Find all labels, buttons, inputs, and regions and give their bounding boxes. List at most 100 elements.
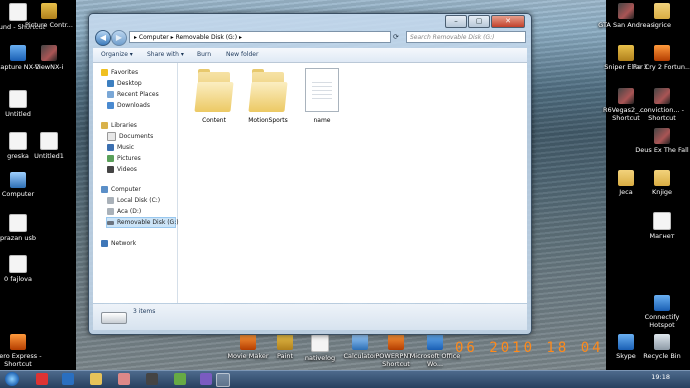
search-input[interactable]: Search Removable Disk (G:) bbox=[406, 31, 526, 43]
forward-button[interactable]: ▶ bbox=[111, 30, 127, 46]
explorer-window-taskbar-button[interactable] bbox=[216, 373, 230, 387]
desktop-icon-conviction[interactable]: conviction... - Shortcut bbox=[632, 88, 690, 122]
navigation-bar: ◀ ▶ ▸ Computer ▸ Removable Disk (G:) ▸ ⟳… bbox=[93, 30, 527, 46]
taskbar: 19:18 bbox=[0, 370, 690, 388]
nav-network[interactable]: Network bbox=[101, 239, 136, 248]
file-view[interactable]: Content MotionSports name bbox=[178, 63, 527, 303]
desktop-icon-label: Connectify Hotspot bbox=[644, 313, 680, 329]
close-button[interactable]: ✕ bbox=[491, 15, 525, 28]
media-player-icon[interactable] bbox=[118, 373, 130, 385]
folder-icon bbox=[654, 3, 670, 19]
folder-icon bbox=[654, 170, 670, 186]
desktop-icon-untitled[interactable]: Untitled bbox=[0, 90, 48, 118]
videos-icon bbox=[107, 166, 114, 173]
desktop-icon-label: conviction... - Shortcut bbox=[640, 106, 684, 122]
word-icon bbox=[427, 334, 443, 350]
organize-button[interactable]: Organize ▾ bbox=[101, 48, 133, 62]
minimize-button[interactable]: – bbox=[445, 15, 467, 28]
nav-computer[interactable]: Computer bbox=[101, 185, 141, 194]
desktop-icon bbox=[107, 80, 114, 87]
desktop-icon-knjige[interactable]: Knjige bbox=[632, 170, 690, 196]
music-icon bbox=[107, 144, 114, 151]
address-bar[interactable]: ▸ Computer ▸ Removable Disk (G:) ▸ bbox=[129, 31, 391, 43]
opera-icon[interactable] bbox=[36, 373, 48, 385]
desktop-icon-untitled1[interactable]: Untitled1 bbox=[19, 132, 79, 160]
document-icon bbox=[9, 214, 27, 232]
file-name: Content bbox=[202, 117, 226, 124]
camera-timestamp: 06 2010 18 04 bbox=[455, 340, 604, 356]
share-with-button[interactable]: Share with ▾ bbox=[147, 48, 184, 62]
nero-icon bbox=[10, 334, 26, 350]
desktop-icon-magnet[interactable]: Магнет bbox=[632, 212, 690, 240]
desktop-icon-nero[interactable]: Nero Express - Shortcut bbox=[0, 334, 48, 368]
item-count: 3 items bbox=[133, 308, 156, 315]
desktop-icon-label: Untitled1 bbox=[34, 152, 64, 160]
explorer-taskbar-icon[interactable] bbox=[90, 373, 102, 385]
desktop-icon-label: Picture Contr... bbox=[25, 21, 73, 29]
nav-videos[interactable]: Videos bbox=[107, 165, 137, 174]
details-pane: 3 items bbox=[93, 304, 527, 330]
desktop-icon-0-fajlova[interactable]: 0 fajlova bbox=[0, 255, 48, 283]
desktop-icon-computer[interactable]: Computer bbox=[0, 172, 48, 198]
star-icon bbox=[101, 69, 108, 76]
nav-documents[interactable]: Documents bbox=[107, 132, 153, 141]
navigation-pane[interactable]: Favorites Desktop Recent Places Download… bbox=[93, 63, 179, 303]
folder-icon bbox=[194, 68, 234, 112]
maximize-button[interactable]: ▢ bbox=[468, 15, 490, 28]
game-icon bbox=[654, 128, 670, 144]
nav-favorites[interactable]: Favorites bbox=[101, 68, 138, 77]
app-taskbar-icon[interactable] bbox=[174, 373, 186, 385]
desktop-icon-label: Knjige bbox=[651, 188, 673, 196]
explorer-window[interactable]: – ▢ ✕ ◀ ▶ ▸ Computer ▸ Removable Disk (G… bbox=[88, 13, 532, 335]
system-clock[interactable]: 19:18 bbox=[651, 373, 670, 381]
internet-explorer-icon[interactable] bbox=[62, 373, 74, 385]
desktop-icon-label: Магнет bbox=[649, 232, 675, 240]
desktop-icon-deus-ex[interactable]: Deus Ex The Fall bbox=[632, 128, 690, 154]
command-bar: Organize ▾ Share with ▾ Burn New folder bbox=[93, 48, 527, 63]
burn-button[interactable]: Burn bbox=[197, 48, 211, 62]
documents-icon bbox=[107, 132, 116, 141]
new-folder-button[interactable]: New folder bbox=[226, 48, 258, 62]
desktop-icon-label: Microsoft Office Wo... bbox=[409, 352, 461, 368]
file-item[interactable]: Content bbox=[188, 68, 240, 124]
desktop-icon-label: igrice bbox=[653, 21, 671, 29]
nav-desktop[interactable]: Desktop bbox=[107, 79, 142, 88]
connectify-icon bbox=[654, 295, 670, 311]
powerpoint-icon bbox=[388, 334, 404, 350]
document-icon bbox=[9, 255, 27, 273]
nav-pictures[interactable]: Pictures bbox=[107, 154, 141, 163]
desktop-icon-igrice[interactable]: igrice bbox=[632, 3, 690, 29]
app-taskbar-icon[interactable] bbox=[146, 373, 158, 385]
desktop-icon-prazan-usb[interactable]: prazan usb bbox=[0, 214, 48, 242]
desktop-icon-label: Jeca bbox=[619, 188, 633, 196]
picture-control-icon bbox=[41, 3, 57, 19]
nav-aca-drive[interactable]: Aca (D:) bbox=[107, 207, 141, 216]
libraries-icon bbox=[101, 122, 108, 129]
file-item[interactable]: name bbox=[296, 68, 348, 124]
nav-removable-disk[interactable]: Removable Disk (G:) bbox=[106, 217, 179, 228]
nav-local-disk[interactable]: Local Disk (C:) bbox=[107, 196, 160, 205]
start-button[interactable] bbox=[5, 372, 19, 386]
nav-recent-places[interactable]: Recent Places bbox=[107, 90, 159, 99]
desktop-icon-label: Nero Express - Shortcut bbox=[0, 352, 42, 368]
recent-places-icon bbox=[107, 91, 114, 98]
desktop-icon-recycle-bin[interactable]: Recycle Bin bbox=[632, 334, 690, 360]
desktop-icon-connectify[interactable]: Connectify Hotspot bbox=[632, 295, 690, 329]
movie-maker-icon bbox=[240, 334, 256, 350]
desktop-icon-label: Untitled bbox=[5, 110, 31, 118]
nav-music[interactable]: Music bbox=[107, 143, 134, 152]
desktop-icon-picture-control[interactable]: Picture Contr... bbox=[19, 3, 79, 29]
window-controls: – ▢ ✕ bbox=[445, 15, 525, 28]
desktop-icon-label: ViewNX-i bbox=[34, 63, 64, 71]
document-icon bbox=[305, 68, 339, 112]
file-item[interactable]: MotionSports bbox=[242, 68, 294, 124]
refresh-icon[interactable]: ⟳ bbox=[393, 31, 403, 43]
nav-downloads[interactable]: Downloads bbox=[107, 101, 150, 110]
network-icon bbox=[101, 240, 108, 247]
viber-icon[interactable] bbox=[200, 373, 212, 385]
nav-libraries[interactable]: Libraries bbox=[101, 121, 137, 130]
desktop-icon-viewnx[interactable]: ViewNX-i bbox=[19, 45, 79, 71]
back-button[interactable]: ◀ bbox=[95, 30, 111, 46]
desktop-icon-farcry[interactable]: Far Cry 2 Fortun... bbox=[632, 45, 690, 71]
desktop-icon-label: prazan usb bbox=[0, 234, 36, 242]
